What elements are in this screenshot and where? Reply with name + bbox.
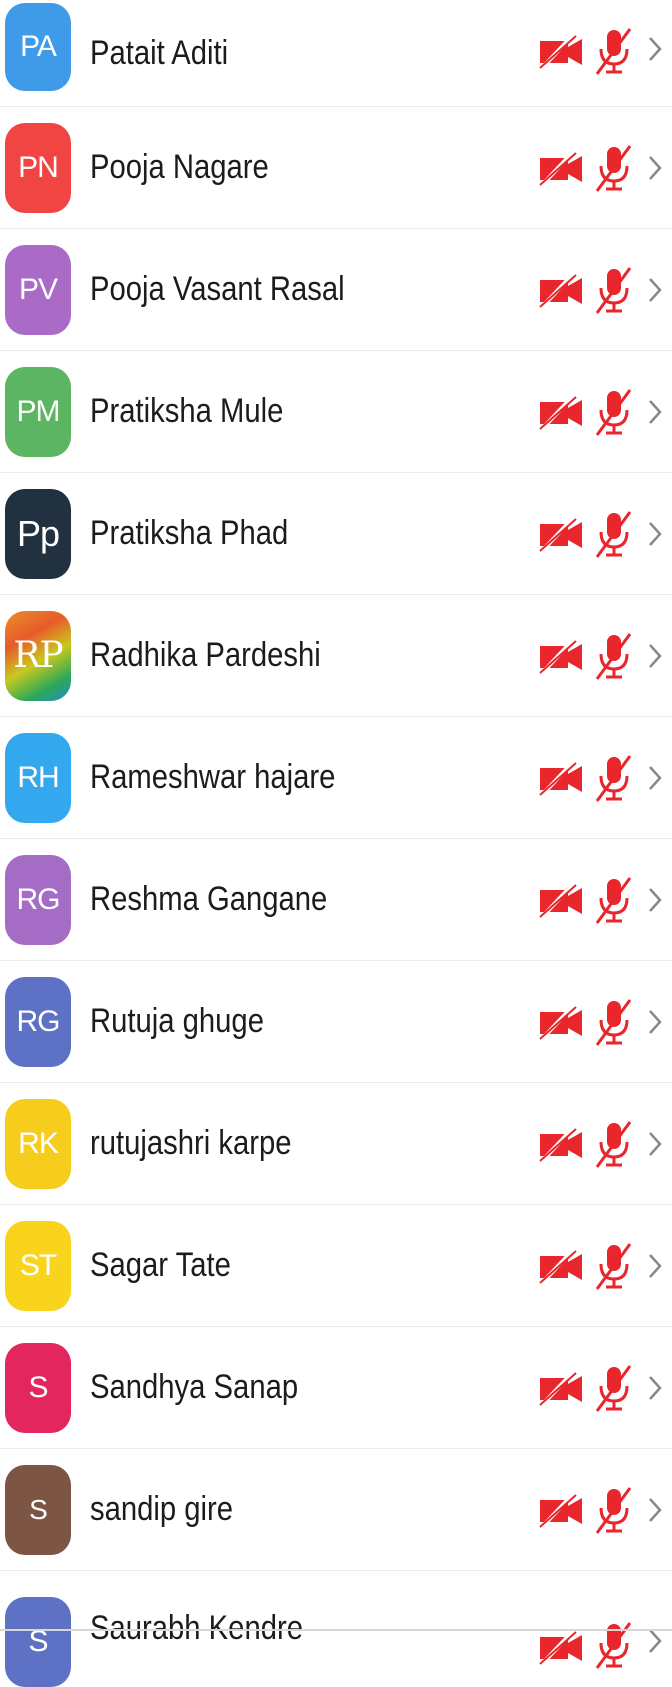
participant-row[interactable]: PA Patait Aditi (0, 0, 672, 107)
participant-row[interactable]: RK rutujashri karpe (0, 1083, 672, 1205)
avatar-initials: RP (13, 635, 63, 676)
avatar: Pp (5, 488, 71, 579)
mic-off-icon (595, 754, 632, 802)
mic-off-icon (595, 266, 632, 314)
avatar: PN (5, 122, 71, 213)
participant-row[interactable]: RG Rutuja ghuge (0, 961, 672, 1083)
mic-off-icon (595, 998, 632, 1046)
participant-name: sandip gire (90, 1490, 234, 1528)
avatar: PV (5, 244, 71, 335)
chevron-right-icon (649, 765, 662, 790)
participant-name: Pooja Nagare (90, 148, 269, 186)
participant-row[interactable]: PN Pooja Nagare (0, 107, 672, 229)
video-off-icon (539, 759, 582, 796)
avatar: RH (5, 732, 71, 823)
participant-name: Pratiksha Mule (90, 392, 284, 430)
bottom-divider (0, 1629, 672, 1631)
chevron-right-icon (649, 1375, 662, 1400)
participant-name: Rutuja ghuge (90, 1002, 264, 1040)
chevron-right-icon (649, 1629, 662, 1653)
mic-off-icon (595, 1486, 632, 1534)
avatar-initials: RK (18, 1126, 59, 1160)
video-off-icon (539, 1491, 582, 1528)
mic-off-icon (595, 632, 632, 680)
avatar-initials: ST (19, 1248, 57, 1282)
video-off-icon (539, 515, 582, 552)
avatar-initials: Pp (16, 512, 60, 554)
video-off-icon (539, 637, 582, 674)
participant-name: Sagar Tate (90, 1246, 231, 1284)
video-off-icon (539, 881, 582, 918)
mic-off-icon (595, 876, 632, 924)
avatar-initials: RG (16, 882, 61, 916)
avatar-initials: PM (16, 394, 61, 428)
video-off-icon (539, 1003, 582, 1040)
chevron-right-icon (649, 1253, 662, 1278)
participant-name: Reshma Gangane (90, 880, 328, 918)
participant-row[interactable]: Pp Pratiksha Phad (0, 473, 672, 595)
participant-row[interactable]: RH Rameshwar hajare (0, 717, 672, 839)
mic-off-icon (595, 28, 632, 75)
mic-off-icon (595, 144, 632, 192)
chevron-right-icon (649, 1131, 662, 1156)
avatar: RG (5, 976, 71, 1067)
participant-row[interactable]: ST Sagar Tate (0, 1205, 672, 1327)
video-off-icon (539, 149, 582, 186)
video-off-icon (539, 393, 582, 430)
participant-name: Sandhya Sanap (90, 1368, 299, 1406)
chevron-right-icon (649, 155, 662, 180)
avatar: S (5, 1342, 71, 1433)
participant-row[interactable]: S sandip gire (0, 1449, 672, 1571)
participant-name: Patait Aditi (90, 33, 229, 72)
video-off-icon (539, 33, 582, 69)
avatar: S (5, 1597, 71, 1687)
participant-name: Rameshwar hajare (90, 758, 336, 796)
participant-name: rutujashri karpe (90, 1124, 292, 1162)
avatar-initials: S (28, 1370, 48, 1404)
participant-row[interactable]: S Sandhya Sanap (0, 1327, 672, 1449)
chevron-right-icon (649, 277, 662, 302)
chevron-right-icon (649, 37, 662, 61)
chevron-right-icon (649, 399, 662, 424)
video-off-icon (539, 1369, 582, 1406)
participant-row[interactable]: S Saurabh Kendre (0, 1571, 672, 1687)
chevron-right-icon (649, 521, 662, 546)
participant-list: PA Patait Aditi PN Pooja Nagare PV Pooja… (0, 0, 672, 1687)
mic-off-icon (595, 510, 632, 558)
avatar-initials: PA (20, 30, 57, 63)
avatar: RG (5, 854, 71, 945)
avatar: PM (5, 366, 71, 457)
participant-row[interactable]: RP Radhika Pardeshi (0, 595, 672, 717)
participant-name: Radhika Pardeshi (90, 636, 321, 674)
avatar: S (5, 1464, 71, 1555)
mic-off-icon (595, 1120, 632, 1168)
mic-off-icon (595, 1242, 632, 1290)
chevron-right-icon (649, 1009, 662, 1034)
avatar-initials: PN (18, 150, 59, 184)
video-off-icon (539, 1247, 582, 1284)
participant-row[interactable]: RG Reshma Gangane (0, 839, 672, 961)
avatar-initials: RH (17, 760, 59, 794)
chevron-right-icon (649, 1497, 662, 1522)
video-off-icon (539, 1629, 582, 1665)
participant-row[interactable]: PV Pooja Vasant Rasal (0, 229, 672, 351)
participant-row[interactable]: PM Pratiksha Mule (0, 351, 672, 473)
participant-name: Pooja Vasant Rasal (90, 270, 345, 308)
video-off-icon (539, 271, 582, 308)
avatar-initials: S (29, 1493, 48, 1525)
avatar-initials: RG (16, 1004, 61, 1038)
avatar: RP (5, 610, 71, 701)
mic-off-icon (595, 1364, 632, 1412)
chevron-right-icon (649, 887, 662, 912)
avatar-initials: PV (18, 272, 58, 306)
avatar: PA (5, 3, 71, 91)
chevron-right-icon (649, 643, 662, 668)
avatar: ST (5, 1220, 71, 1311)
mic-off-icon (595, 388, 632, 436)
avatar: RK (5, 1098, 71, 1189)
participant-name: Pratiksha Phad (90, 514, 289, 552)
video-off-icon (539, 1125, 582, 1162)
